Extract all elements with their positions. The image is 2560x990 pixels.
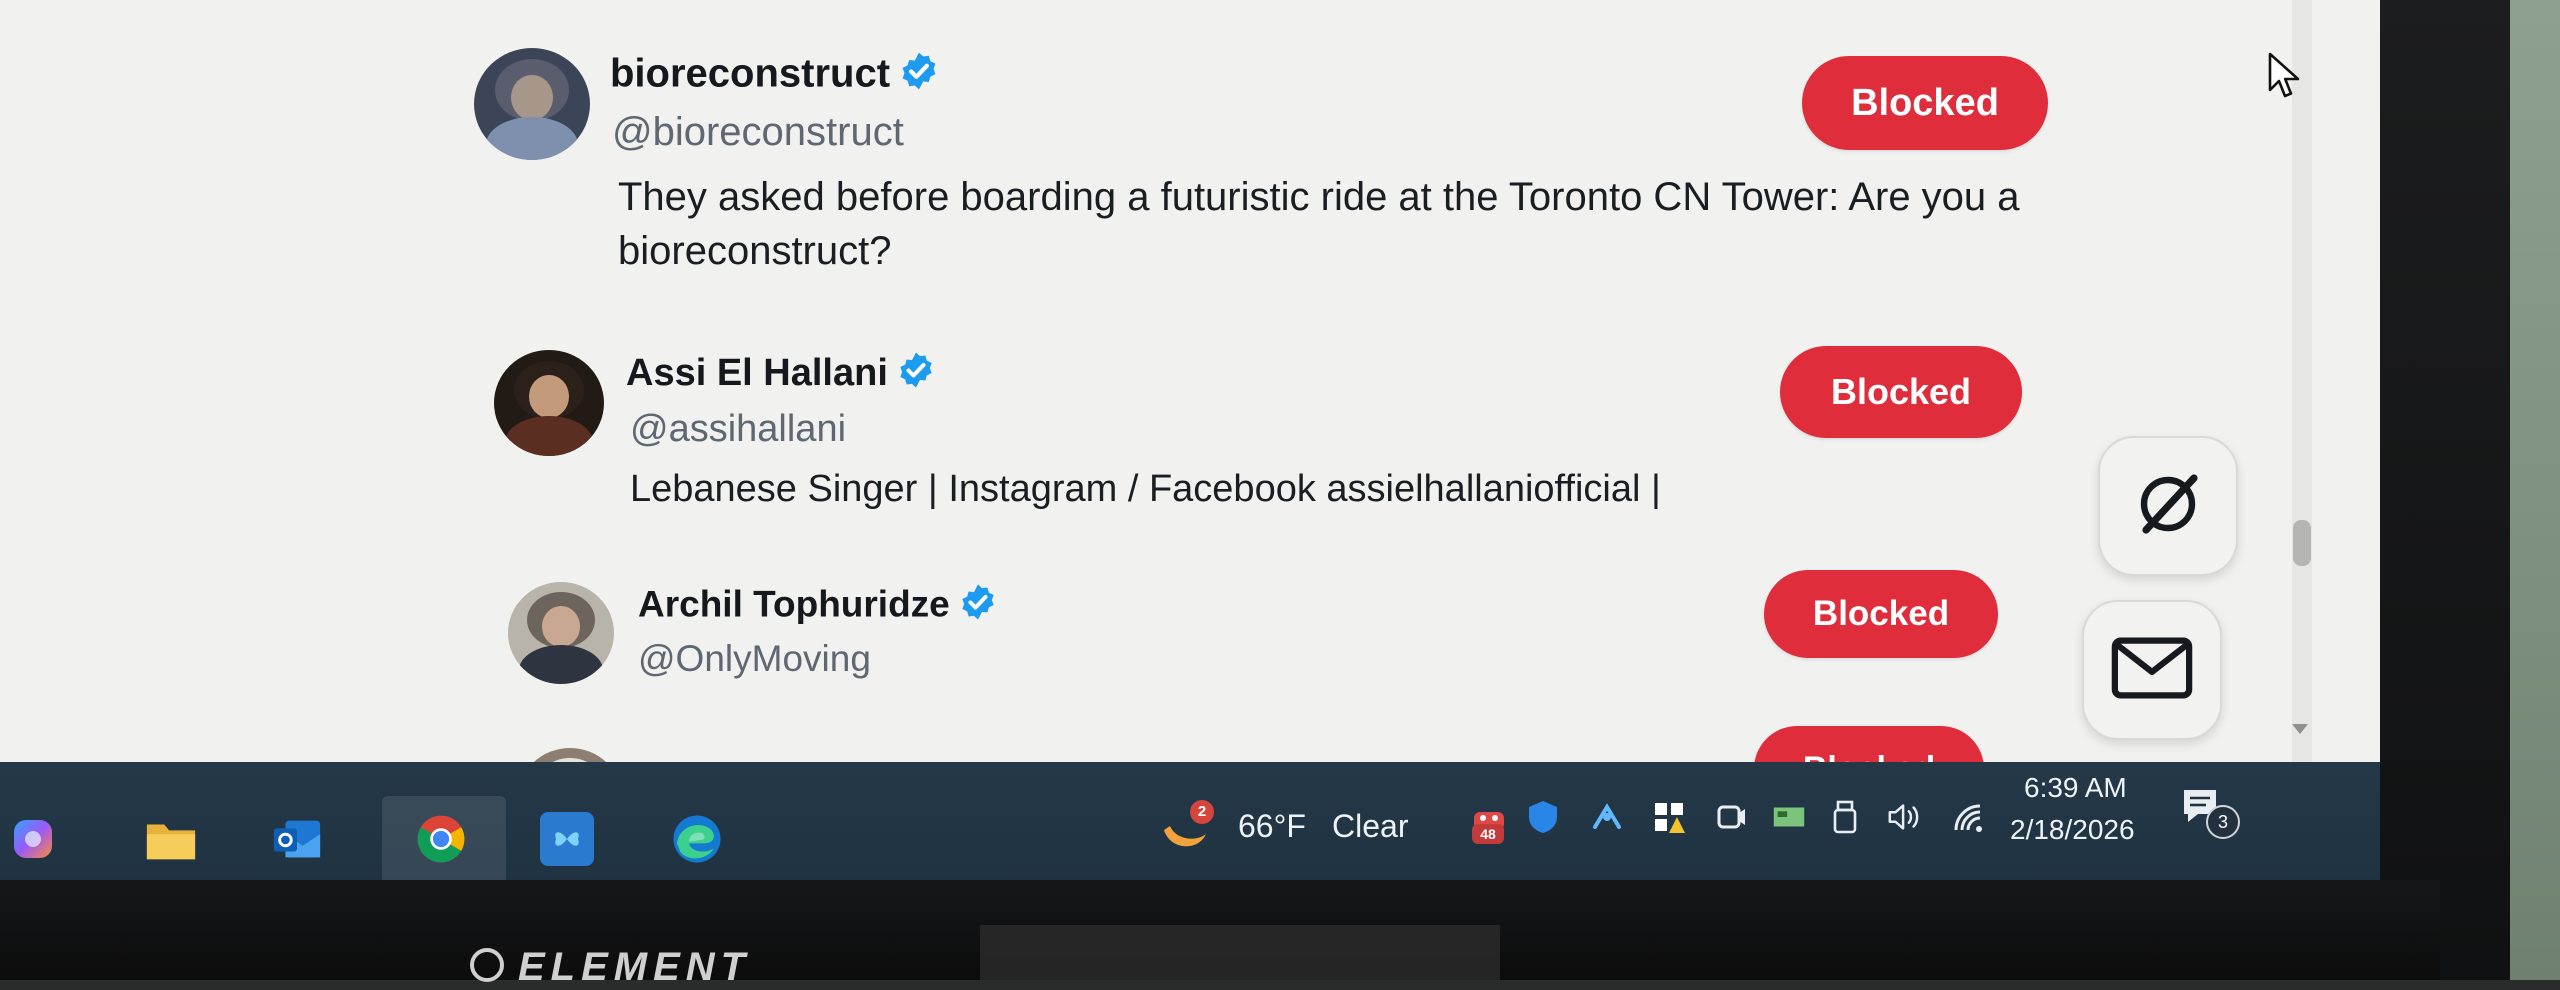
copilot-icon[interactable] [6,812,60,866]
chrome-icon[interactable] [414,812,468,866]
clock-time[interactable]: 6:39 AM [2024,772,2127,804]
meet-now-icon[interactable] [1712,798,1750,836]
display-name-text: Archil Tophuridze [638,583,950,625]
blocked-accounts-list: bioreconstruct @bioreconstruct They aske… [0,0,2380,848]
usb-drive-icon[interactable] [1826,798,1864,836]
scrollbar-thumb[interactable] [2293,520,2311,566]
network-card-icon[interactable] [1770,798,1808,836]
user-handle[interactable]: @bioreconstruct [612,110,904,155]
blocked-button[interactable]: Blocked [1802,56,2048,150]
bluetooth-app-icon[interactable] [1588,798,1626,836]
brand-text: ELEMENT [518,945,752,989]
user-bio: They asked before boarding a futuristic … [618,175,2020,274]
display-name[interactable]: Assi El Hallani [626,350,936,400]
messages-button[interactable] [2082,600,2222,740]
verified-badge-icon [898,50,940,102]
file-explorer-icon[interactable] [144,812,198,866]
tray-badge: 48 [1472,824,1504,844]
notification-count-badge: 3 [2206,805,2240,839]
weather-condition[interactable]: Clear [1332,808,1408,845]
monitor-brand: ELEMENT [470,945,751,990]
outlook-icon[interactable] [270,812,324,866]
weather-temperature[interactable]: 66°F [1238,808,1306,845]
security-warning-icon[interactable] [1650,798,1688,836]
shield-icon[interactable] [1524,798,1562,836]
weather-alert-badge: 2 [1190,800,1214,824]
wifi-icon[interactable] [1950,798,1988,836]
display-name[interactable]: Archil Tophuridze [638,582,998,631]
avatar[interactable] [508,582,614,684]
verified-badge-icon [896,350,936,400]
scroll-down-arrow-icon[interactable] [2292,724,2308,734]
clock-date[interactable]: 2/18/2026 [2010,814,2135,846]
display-name[interactable]: bioreconstruct [610,50,940,102]
paper-sticker [980,925,1500,980]
display-name-text: Assi El Hallani [626,352,888,395]
verified-badge-icon [958,582,998,631]
blocked-button[interactable]: Blocked [1780,346,2022,438]
app-icon[interactable] [540,812,594,866]
screen: bioreconstruct @bioreconstruct They aske… [0,0,2380,880]
display-name-text: bioreconstruct [610,51,891,96]
avatar[interactable] [474,48,590,160]
mouse-cursor-icon [2268,52,2304,107]
user-bio: Lebanese Singer | Instagram / Facebook a… [630,468,1661,510]
envelope-icon [2109,633,2195,708]
volume-icon[interactable] [1886,798,1924,836]
scrollbar-track[interactable] [2292,0,2312,770]
grok-slash-icon [2128,464,2208,549]
blocked-button[interactable]: Blocked [1764,570,1998,658]
grok-button[interactable] [2098,436,2238,576]
user-handle[interactable]: @OnlyMoving [638,638,871,680]
avatar[interactable] [494,350,604,456]
user-handle[interactable]: @assihallani [630,408,846,451]
edge-icon[interactable] [670,812,724,866]
